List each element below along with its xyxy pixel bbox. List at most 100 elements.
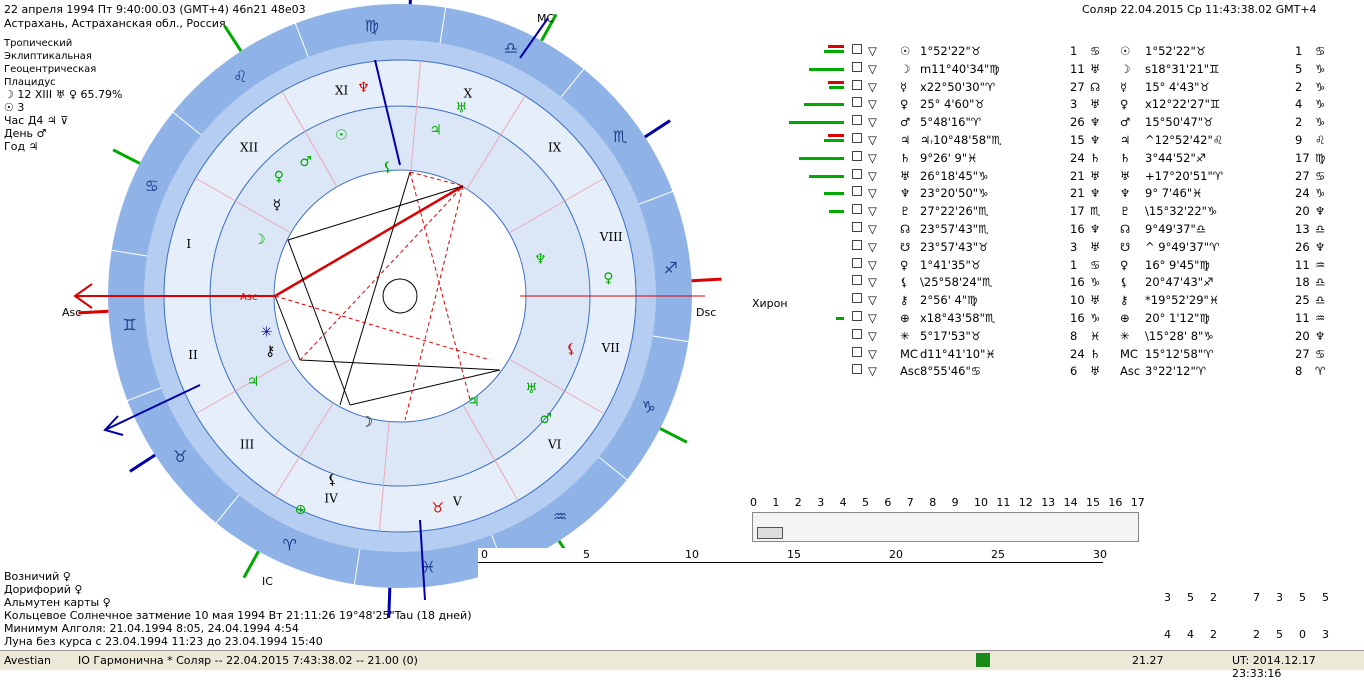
- planet-table-cell: 5°48'16"♈: [920, 115, 982, 130]
- planet-table-row[interactable]: ▽ Asc 8°55'46"♋ 6 ♅ Asc 3°22'12"♈ 8 ♈: [800, 364, 1340, 381]
- element-count: 3: [1164, 591, 1171, 604]
- planet-table-cell: 5°17'53"♉: [920, 328, 982, 343]
- modality-count: 0: [1299, 628, 1306, 641]
- planet-glyph[interactable]: ♃: [467, 394, 480, 410]
- planet-table-cell: ♆: [1315, 328, 1326, 343]
- planet-glyph[interactable]: ♀: [274, 169, 284, 185]
- planet-table-row[interactable]: ▽ ♆ 23°20'50"♑ 21 ♆ ♆ 9° 7'46"♓ 24 ♑: [800, 186, 1340, 203]
- planet-glyph[interactable]: ♅: [525, 381, 538, 397]
- house-numeral: VI: [547, 438, 562, 452]
- planet-table-row[interactable]: ▽ ⚷ 2°56' 4"♍ 10 ♅ ⚷ *19°52'29"♓ 25 ♎: [800, 293, 1340, 310]
- planet-glyph[interactable]: ✳: [261, 325, 273, 341]
- planet-glyph[interactable]: ♉: [431, 501, 444, 517]
- planet-table-row[interactable]: ▽ ♀ 1°41'35"♉ 1 ♋ ♀ 16° 9'45"♍ 11 ♒: [800, 257, 1340, 275]
- planet-table-cell: ♆: [1090, 115, 1101, 130]
- planet-table-cell: ♇: [1120, 204, 1131, 219]
- timeline-tick-label: 15: [787, 548, 801, 561]
- modality-count: 2: [1253, 628, 1260, 641]
- planet-glyph[interactable]: ☉: [335, 127, 348, 143]
- planet-table-row[interactable]: ▽ ☊ 23°57'43"♏ 16 ♆ ☊ 9°49'37"♎ 13 ♎: [800, 222, 1340, 239]
- zodiac-sign-glyph: ♍: [365, 16, 379, 35]
- slider-tick-label: 12: [1018, 496, 1033, 509]
- planet-glyph[interactable]: ⚸: [383, 159, 393, 175]
- slider-tick-label: 4: [839, 496, 847, 509]
- planet-glyph[interactable]: ♂: [540, 411, 553, 427]
- planet-glyph[interactable]: ☿: [273, 198, 282, 214]
- orb-slider-thumb[interactable]: [757, 527, 783, 539]
- planet-table-cell: ☿: [1120, 79, 1128, 94]
- planet-table-cell: ♄: [1120, 150, 1131, 165]
- zodiac-sign-glyph: ♋: [145, 176, 159, 195]
- planet-table-cell: ▽: [868, 97, 877, 112]
- planet-table-row[interactable]: ▽ ✳ 5°17'53"♉ 8 ♓ ✳ \15°28' 8"♑ 20 ♆: [800, 328, 1340, 346]
- planet-table-cell: 26°18'45"♑: [920, 168, 989, 183]
- house-numeral: III: [240, 438, 254, 452]
- planet-glyph[interactable]: ♆: [534, 251, 547, 267]
- aspect-circle: [273, 169, 527, 423]
- planet-table-cell: 1°52'22"♉: [1145, 44, 1207, 58]
- aspect-grid-icon: [852, 204, 862, 215]
- planet-glyph[interactable]: ⚸: [566, 342, 576, 358]
- weakness-bar: [828, 134, 844, 137]
- planet-table-cell: 3: [1070, 239, 1078, 254]
- house-numeral: XII: [240, 140, 258, 154]
- planet-table-cell: 17: [1295, 150, 1310, 165]
- planet-table-cell: 9°26' 9"♓: [920, 150, 978, 165]
- planet-glyph[interactable]: ♆: [357, 80, 370, 96]
- aspect-grid-icon: [852, 275, 862, 286]
- planet-glyph[interactable]: ♃: [247, 374, 260, 390]
- planet-table-cell: ♎: [1315, 293, 1326, 308]
- planet-table-row[interactable]: ▽ ⊕ x18°43'58"♏ 16 ♑ ⊕ 20° 1'12"♍ 11 ♒: [800, 311, 1340, 328]
- planet-table-cell: 20: [1295, 204, 1310, 219]
- planet-table-cell: 2°56' 4"♍: [920, 293, 978, 308]
- planet-table-cell: 9° 7'46"♓: [1145, 186, 1203, 201]
- planet-table-cell: ✳: [900, 328, 910, 343]
- planet-glyph[interactable]: ⚸: [327, 472, 337, 488]
- planet-glyph[interactable]: ♀: [603, 271, 613, 287]
- planet-table-cell: 24: [1070, 346, 1085, 361]
- planet-table-cell: MC: [1120, 346, 1138, 361]
- planet-glyph[interactable]: ⚷: [265, 344, 275, 360]
- orb-slider[interactable]: [752, 512, 1139, 542]
- planet-table-cell: ♅: [1090, 364, 1101, 379]
- planet-table-cell: 2: [1295, 115, 1303, 130]
- planet-glyph[interactable]: ♅: [455, 101, 468, 117]
- strength-bar: [829, 85, 844, 89]
- house-numeral: VII: [601, 341, 620, 355]
- zodiac-sign-glyph: ♓: [421, 558, 435, 577]
- planet-table-row[interactable]: ▽ ☉ 1°52'22"♉ 1 ♋ ☉ 1°52'22"♉ 1 ♋: [800, 44, 1340, 61]
- planet-table-row[interactable]: ▽ ♂ 5°48'16"♈ 26 ♆ ♂ 15°50'47"♉ 2 ♑: [789, 115, 1340, 132]
- planet-glyph[interactable]: ☽: [360, 415, 373, 431]
- asc-inner-label: Asc: [240, 292, 258, 303]
- planet-table-row[interactable]: ▽ ♄ 9°26' 9"♓ 24 ♄ ♄ 3°44'52"♐ 17 ♍: [799, 150, 1340, 168]
- planet-table-cell: ♂: [900, 115, 911, 130]
- planet-table-row[interactable]: ▽ ☋ 23°57'43"♉ 3 ♅ ☋ ^ 9°49'37"♈ 26 ♆: [800, 239, 1340, 257]
- planet-table-row[interactable]: ▽ ♃ ♃ᵣ10°48'58"♏ 15 ♆ ♃ ^12°52'42"♌ 9 ♌: [800, 133, 1340, 150]
- planet-table-cell: ▽: [868, 364, 877, 379]
- planet-table-row[interactable]: ▽ ☽ m11°40'34"♍ 11 ♅ ☽ s18°31'21"♊ 5 ♑: [800, 61, 1340, 79]
- planet-table-cell: ♏: [1090, 204, 1101, 219]
- planet-table-row[interactable]: ▽ ☿ x22°50'30"♈ 27 ☊ ☿ 15° 4'43"♉ 2 ♑: [800, 79, 1340, 97]
- planet-table-row[interactable]: ▽ ♅ 26°18'45"♑ 21 ♅ ♅ +17°20'51"♈ 27 ♋: [800, 168, 1340, 186]
- planet-table-cell: 16: [1070, 275, 1085, 290]
- modality-count: 5: [1276, 628, 1283, 641]
- planet-table-cell: ✳: [1120, 328, 1130, 343]
- planet-table-cell: ▽: [868, 133, 877, 147]
- planet-table-cell: ♑: [1090, 275, 1101, 290]
- planet-glyph[interactable]: ⊕: [295, 502, 307, 518]
- planet-table-row[interactable]: ▽ MC d11°41'10"♓ 24 ♄ MC 15°12'58"♈ 27 ♋: [800, 346, 1340, 364]
- planet-glyph[interactable]: ♂: [299, 154, 312, 170]
- planet-table-cell: ☋: [1120, 239, 1131, 254]
- planet-table-cell: ▽: [868, 257, 877, 272]
- planet-table-cell: 25: [1295, 293, 1310, 308]
- planet-table-row[interactable]: ▽ ⚸ \25°58'24"♏ 16 ♑ ⚸ 20°47'43"♐ 18 ♎: [800, 275, 1340, 292]
- planet-table-cell: 16: [1070, 222, 1085, 236]
- transit-timeline[interactable]: 0 5 10 15 20 25 30: [478, 548, 1138, 648]
- planet-table-row[interactable]: ▽ ♇ 27°22'26"♏ 17 ♏ ♇ \15°32'22"♑ 20 ♆: [800, 204, 1340, 221]
- planet-glyph[interactable]: ♃: [429, 123, 442, 139]
- planet-table-cell: ♆: [1090, 186, 1101, 201]
- timeline-tick-label: 20: [889, 548, 903, 561]
- planet-glyph[interactable]: ☽: [253, 232, 266, 248]
- planet-table-row[interactable]: ▽ ♀ 25° 4'60"♉ 3 ♅ ♀ x12°22'27"♊ 4 ♑: [800, 97, 1340, 114]
- planet-table-cell: 1: [1070, 257, 1078, 272]
